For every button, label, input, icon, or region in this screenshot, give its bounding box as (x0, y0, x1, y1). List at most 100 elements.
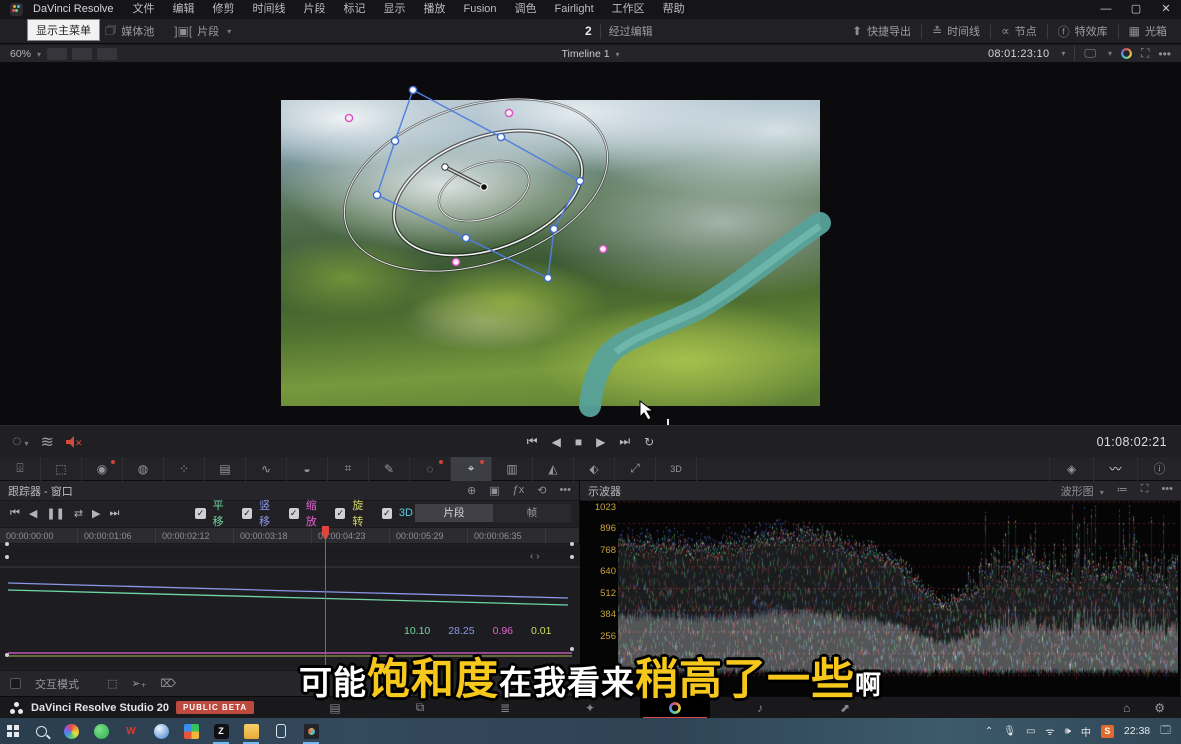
expand-viewer-icon[interactable]: ⛶ (1141, 46, 1149, 61)
minimize-button[interactable]: — (1091, 0, 1121, 19)
clock[interactable]: 22:38 (1124, 725, 1150, 737)
track-forward-button[interactable]: ▶ (92, 507, 100, 520)
pan-checkbox[interactable]: ✓ (195, 508, 205, 519)
playhead-timecode[interactable]: 01:08:02:21 (1097, 435, 1181, 449)
viewer-zoom-select[interactable]: 60% ▾ (0, 48, 47, 60)
timeline-toggle[interactable]: ≛ 时间线 (922, 23, 990, 39)
camera-lock-icon[interactable]: ▣ (489, 484, 499, 497)
scope-settings-icon[interactable]: ≔ (1117, 483, 1128, 499)
loop-button[interactable]: ↻ (644, 435, 654, 449)
taskbar-app-colorwheel[interactable] (59, 718, 83, 744)
step-back-button[interactable]: ◀ (552, 435, 561, 449)
menu-trim[interactable]: 修剪 (204, 0, 244, 19)
3d-checkbox[interactable]: ✓ (382, 508, 392, 519)
nodes-toggle[interactable]: ∝ 节点 (991, 23, 1047, 39)
hue-curves-icon[interactable]: ◒ (287, 457, 328, 481)
color-match-icon[interactable]: ⬚ (41, 457, 82, 481)
scope-options-icon[interactable]: ••• (1161, 483, 1173, 499)
tray-expand-icon[interactable]: ⌃ (985, 726, 993, 737)
close-button[interactable]: ✕ (1151, 0, 1181, 19)
keyframe-dot[interactable] (570, 555, 574, 559)
stop-button[interactable]: ■ (575, 435, 582, 449)
keyframe-dot[interactable] (5, 555, 9, 559)
layers-icon[interactable]: ≋ (41, 432, 54, 452)
menu-edit[interactable]: 编辑 (164, 0, 204, 19)
color-slice-icon[interactable]: ⁘ (164, 457, 205, 481)
keyframe-dot[interactable] (5, 542, 9, 546)
menu-fairlight[interactable]: Fairlight (546, 0, 603, 19)
viewer-options-icon[interactable]: ••• (1158, 47, 1171, 61)
menu-fusion[interactable]: Fusion (455, 0, 506, 19)
taskbar-davinci-resolve[interactable] (299, 718, 323, 744)
color-viewer-icon[interactable] (1121, 48, 1132, 59)
power-window-overlay[interactable] (0, 63, 1181, 425)
keyframe-dot[interactable] (570, 542, 574, 546)
qualifier-icon[interactable]: ✎ (369, 457, 410, 481)
sizing-icon[interactable]: ⤢ (615, 457, 656, 481)
track-backward-button[interactable]: ◀ (29, 507, 37, 520)
scopes-icon[interactable]: 〰 (1093, 457, 1137, 481)
keyframes-icon[interactable]: ◈ (1049, 457, 1093, 481)
menu-app-name[interactable]: DaVinci Resolve (31, 0, 124, 19)
taskbar-app-green[interactable] (89, 718, 113, 744)
effects-library-toggle[interactable]: ⓕ 特效库 (1048, 23, 1118, 40)
tracker-icon[interactable]: ⌖ (451, 457, 492, 481)
tracker-ruler[interactable]: 00:00:00:00 00:00:01:06 00:00:02:12 00:0… (0, 527, 579, 544)
quick-export-button[interactable]: ⬆ 快捷导出 (842, 23, 921, 39)
menu-color[interactable]: 调色 (506, 0, 546, 19)
track-to-start-button[interactable]: ⏮ (10, 507, 20, 520)
curves-icon[interactable]: ∿ (246, 457, 287, 481)
play-button[interactable]: ▶ (596, 435, 605, 449)
grade-preview-icon[interactable]: 🖵 (1084, 46, 1096, 61)
menu-workspace[interactable]: 工作区 (603, 0, 654, 19)
menu-help[interactable]: 帮助 (654, 0, 694, 19)
start-button[interactable] (0, 718, 26, 744)
menu-timeline[interactable]: 时间线 (244, 0, 295, 19)
skip-start-button[interactable]: ⏮ (527, 434, 538, 449)
taskbar-app-pinwheel[interactable] (179, 718, 203, 744)
tab-frame[interactable]: 帧 (493, 504, 571, 522)
pause-track-button[interactable]: ❚❚ (46, 507, 64, 520)
app-logo-icon[interactable] (10, 3, 23, 16)
ime-indicator[interactable]: 中 (1081, 724, 1091, 739)
search-button[interactable] (29, 718, 53, 744)
menu-playback[interactable]: 播放 (415, 0, 455, 19)
split-viewer-button[interactable] (72, 48, 92, 60)
notification-center-icon[interactable]: 🗔 (1160, 723, 1171, 740)
skip-end-button[interactable]: ⏭ (619, 434, 630, 449)
menu-view[interactable]: 显示 (375, 0, 415, 19)
scope-mode-select[interactable]: 波形图 ▾ (1061, 483, 1104, 499)
microphone-icon[interactable]: 🎙 (1003, 726, 1016, 737)
reset-icon[interactable]: ⟲ (537, 484, 546, 497)
hdr-grade-icon[interactable]: ◍ (123, 457, 164, 481)
single-viewer-button[interactable] (47, 48, 67, 60)
battery-icon[interactable]: ▭ (1026, 726, 1035, 737)
taskbar-app-browser[interactable] (149, 718, 173, 744)
menu-mark[interactable]: 标记 (335, 0, 375, 19)
clip-selector[interactable]: ]▣[ 片段 ▾ (164, 23, 241, 39)
camera-raw-icon[interactable]: ⌹ (0, 457, 41, 481)
color-warper-icon[interactable]: ⌗ (328, 457, 369, 481)
power-window-icon[interactable]: ◌ (410, 457, 451, 481)
magic-mask-icon[interactable]: ▥ (492, 457, 533, 481)
scope-expand-icon[interactable]: ⛶ (1141, 483, 1149, 499)
enhanced-viewer-button[interactable] (97, 48, 117, 60)
info-icon[interactable]: ⓘ (1137, 457, 1181, 481)
track-bidirectional-button[interactable]: ⇄ (74, 507, 83, 520)
menu-clip[interactable]: 片段 (295, 0, 335, 19)
stereo-3d-icon[interactable]: 3D (656, 457, 697, 481)
menu-file[interactable]: 文件 (124, 0, 164, 19)
taskbar-your-phone[interactable] (269, 718, 293, 744)
lightbox-toggle[interactable]: ▦ 光箱 (1119, 23, 1181, 39)
color-wheels-icon[interactable]: ◉ (82, 457, 123, 481)
tray-app-s-icon[interactable]: S (1101, 725, 1114, 738)
tab-clip[interactable]: 片段 (415, 504, 493, 522)
viewer-timecode[interactable]: 08:01:23:10 (988, 48, 1049, 60)
mute-audio-icon[interactable]: ✕ (66, 436, 82, 448)
power-window-dropdown[interactable]: ◌▾ (12, 433, 29, 451)
maximize-button[interactable]: ▢ (1121, 0, 1151, 19)
volume-icon[interactable]: 🕪 (1065, 726, 1071, 737)
taskbar-app-wps[interactable]: W (119, 718, 143, 744)
media-pool-toggle[interactable]: 🗇 媒体池 (95, 21, 164, 42)
tilt-checkbox[interactable]: ✓ (242, 508, 252, 519)
